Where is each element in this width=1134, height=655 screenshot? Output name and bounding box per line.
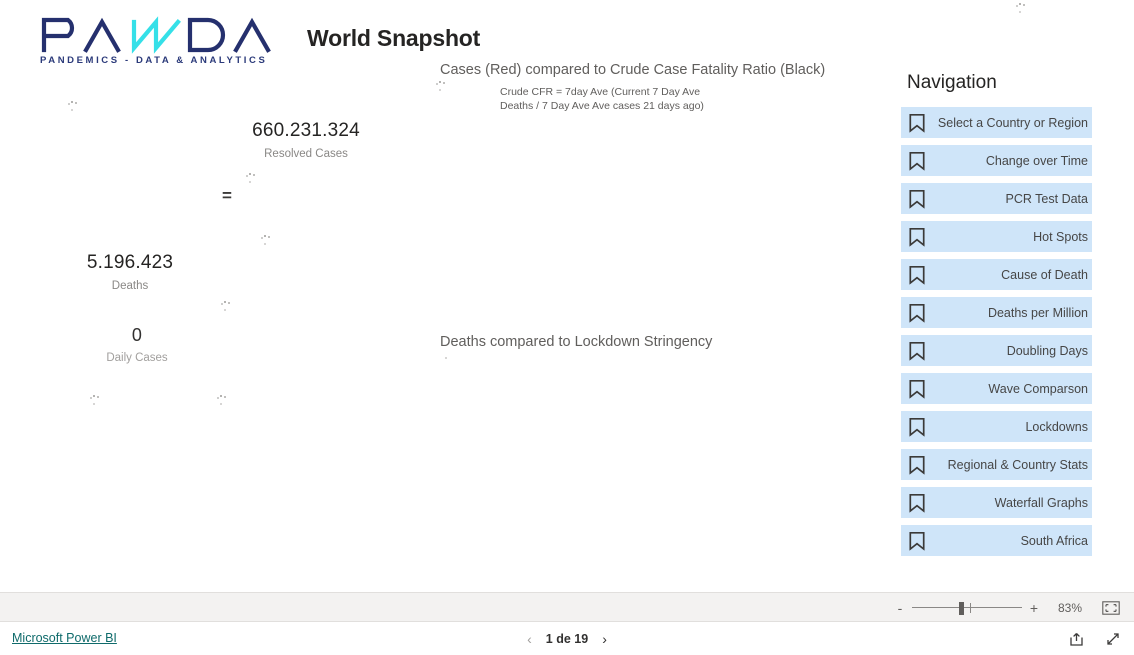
microsoft-power-bi-link[interactable]: Microsoft Power BI: [12, 631, 117, 645]
nav-item-label: Deaths per Million: [987, 305, 1088, 320]
powerbi-report-viewer: PANDEMICS - DATA & ANALYTICS World Snaps…: [0, 0, 1134, 655]
zoom-slider-tick: [970, 603, 971, 613]
bookmark-icon: [909, 493, 925, 512]
fit-to-page-icon: [1102, 601, 1120, 615]
nav-item-label: Lockdowns: [1025, 419, 1088, 434]
cases-cfr-chart-subtitle: Crude CFR = 7day Ave (Current 7 Day Ave …: [500, 85, 704, 113]
nav-item-cause-of-death[interactable]: Cause of Death: [901, 259, 1092, 290]
loading-spinner-icon: [1008, 2, 1030, 24]
nav-item-label: South Africa: [1020, 533, 1088, 548]
nav-item-lockdowns[interactable]: Lockdowns: [901, 411, 1092, 442]
nav-item-label: Waterfall Graphs: [994, 495, 1088, 510]
report-canvas: PANDEMICS - DATA & ANALYTICS World Snaps…: [0, 0, 1134, 592]
kpi-card-resolved-cases: 660.231.324 Resolved Cases: [206, 120, 406, 160]
loading-spinner-icon: [253, 234, 275, 256]
bookmark-icon: [909, 113, 925, 132]
cases-cfr-chart-title: Cases (Red) compared to Crude Case Fatal…: [440, 62, 826, 78]
navigation-panel: Navigation Select a Country or Region Ch…: [901, 72, 1092, 563]
share-icon: [1070, 632, 1083, 646]
fullscreen-button[interactable]: [1104, 630, 1122, 648]
cfr-subtitle-line-1: Crude CFR = 7day Ave (Current 7 Day Ave: [500, 86, 701, 98]
nav-item-label: Select a Country or Region: [937, 115, 1088, 130]
nav-item-label: Change over Time: [985, 153, 1088, 168]
report-footer: Microsoft Power BI ‹ 1 de 19 ›: [0, 622, 1134, 655]
loading-spinner-icon: [238, 172, 260, 194]
bookmark-icon: [909, 379, 925, 398]
kpi-label: Deaths: [111, 280, 149, 292]
nav-item-doubling-days[interactable]: Doubling Days: [901, 335, 1092, 366]
bookmark-icon: [909, 531, 925, 550]
nav-item-label: Hot Spots: [1033, 229, 1088, 244]
nav-item-south-africa[interactable]: South Africa: [901, 525, 1092, 556]
kpi-label: Daily Cases: [106, 352, 168, 364]
bookmark-icon: [909, 189, 925, 208]
bookmark-icon: [909, 341, 925, 360]
loading-spinner-icon: [209, 394, 231, 416]
share-button[interactable]: [1068, 630, 1086, 648]
nav-item-deaths-per-million[interactable]: Deaths per Million: [901, 297, 1092, 328]
fullscreen-icon: [1107, 632, 1119, 645]
loading-spinner-icon: [428, 80, 450, 102]
nav-item-change-over-time[interactable]: Change over Time: [901, 145, 1092, 176]
nav-item-hot-spots[interactable]: Hot Spots: [901, 221, 1092, 252]
loading-spinner-icon: [82, 394, 104, 416]
cfr-subtitle-line-2: Deaths / 7 Day Ave Ave cases 21 days ago…: [500, 100, 704, 112]
zoom-toolbar: - + 83%: [0, 592, 1134, 622]
nav-item-label: Regional & Country Stats: [947, 457, 1088, 472]
zoom-in-button[interactable]: +: [1024, 601, 1044, 615]
chevron-right-icon[interactable]: ›: [602, 632, 607, 646]
kpi-card-daily-cases: 0 Daily Cases: [37, 325, 237, 364]
kpi-value: 0: [131, 325, 143, 345]
zoom-controls: - + 83%: [890, 593, 1122, 623]
panda-wordmark-icon: [41, 16, 271, 54]
bookmark-icon: [909, 417, 925, 436]
nav-item-select-a-country-or-region[interactable]: Select a Country or Region: [901, 107, 1092, 138]
page-navigation: ‹ 1 de 19 ›: [527, 622, 607, 655]
equals-glyph: =: [222, 186, 232, 205]
navigation-heading: Navigation: [907, 72, 997, 93]
loading-spinner-icon: [434, 348, 456, 370]
loading-spinner-icon: [60, 100, 82, 122]
deaths-lockdown-chart-title: Deaths compared to Lockdown Stringency: [440, 334, 713, 350]
zoom-slider[interactable]: [912, 601, 1022, 615]
bookmark-icon: [909, 303, 925, 322]
loading-spinner-icon: [213, 300, 235, 322]
panda-logo: PANDEMICS - DATA & ANALYTICS: [38, 14, 290, 66]
logo-tagline: PANDEMICS - DATA & ANALYTICS: [40, 55, 268, 66]
bookmark-icon: [909, 227, 925, 246]
zoom-percent-label: 83%: [1057, 601, 1083, 615]
nav-item-wave-comparson[interactable]: Wave Comparson: [901, 373, 1092, 404]
page-indicator-label: 1 de 19: [545, 631, 589, 646]
bookmark-icon: [909, 455, 925, 474]
kpi-value: 5.196.423: [86, 252, 174, 273]
zoom-slider-handle[interactable]: [959, 602, 964, 615]
kpi-card-deaths: 5.196.423 Deaths: [30, 252, 230, 292]
nav-item-waterfall-graphs[interactable]: Waterfall Graphs: [901, 487, 1092, 518]
kpi-value: 660.231.324: [252, 120, 360, 141]
bookmark-icon: [909, 265, 925, 284]
nav-item-label: PCR Test Data: [1005, 191, 1088, 206]
nav-item-pcr-test-data[interactable]: PCR Test Data: [901, 183, 1092, 214]
nav-item-regional-and-country-stats[interactable]: Regional & Country Stats: [901, 449, 1092, 480]
nav-item-label: Doubling Days: [1006, 343, 1088, 358]
kpi-label: Resolved Cases: [264, 148, 348, 160]
zoom-slider-track: [912, 607, 1022, 608]
footer-actions: [1068, 622, 1122, 655]
fit-to-page-button[interactable]: [1100, 600, 1122, 616]
page-title: World Snapshot: [307, 25, 481, 51]
zoom-out-button[interactable]: -: [890, 601, 910, 615]
bookmark-icon: [909, 151, 925, 170]
nav-item-label: Wave Comparson: [988, 381, 1088, 396]
chevron-left-icon[interactable]: ‹: [527, 632, 532, 646]
nav-item-label: Cause of Death: [1001, 267, 1088, 282]
